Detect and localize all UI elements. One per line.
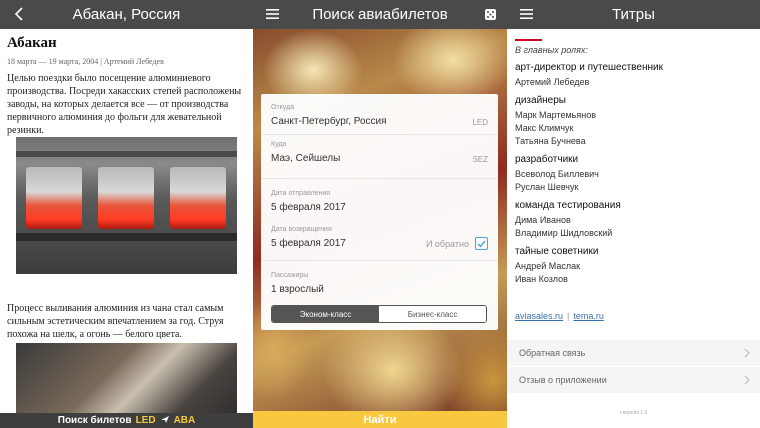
article-panel: Абакан, Россия Абакан 18 марта — 19 март… [0,0,253,428]
checkmark-icon [477,240,486,248]
article-body: Абакан 18 марта — 19 марта, 2004 | Артем… [7,35,247,137]
to-code: ABA [173,415,196,426]
article-paragraph-2: Процесс выливания алюминия из чана стал … [7,303,224,340]
credits-name: Артемий Лебедев [515,77,590,87]
review-label: Отзыв о приложении [519,375,607,385]
credits-header-title: Титры [612,6,655,23]
credits-name: Всеволод Биллевич [515,169,599,179]
article-header-title: Абакан, Россия [72,6,181,23]
to-label: Куда [271,141,287,148]
depart-field[interactable]: Дата отправления 5 февраля 2017 [271,190,488,213]
credits-name: Макс Климчук [515,123,574,133]
class-selector: Эконом-класс Бизнес-класс [271,305,487,323]
plane-icon [160,414,170,427]
business-class-option[interactable]: Бизнес-класс [379,306,486,322]
credits-name: Дима Иванов [515,215,571,225]
economy-class-option[interactable]: Эконом-класс [272,306,379,322]
passengers-label: Пассажиры [271,272,309,279]
chevron-right-icon [744,348,750,360]
search-tickets-label: Поиск билетов [57,415,132,426]
return-field[interactable]: Дата возвращения 5 февраля 2017 И обратн… [271,226,488,250]
credits-name: Андрей Маслак [515,261,581,271]
article-meta: 18 марта — 19 марта, 2004 | Артемий Лебе… [7,57,164,66]
return-checkbox[interactable] [475,237,488,250]
from-field[interactable]: Откуда Санкт-Петербург, Россия LED [271,104,488,127]
to-value: Маэ, Сейшелы [271,153,341,164]
from-label: Откуда [271,104,295,111]
search-form: Откуда Санкт-Петербург, Россия LED Куда … [261,94,498,330]
return-label: Дата возвращения [271,226,332,233]
feedback-label: Обратная связь [519,348,586,358]
credits-name: Марк Мартемьянов [515,110,596,120]
tema-link[interactable]: tema.ru [573,311,604,321]
return-toggle[interactable]: И обратно [426,237,488,250]
credits-name: Владимир Шидловский [515,228,613,238]
article-title: Абакан [7,35,57,51]
search-tickets-bar[interactable]: Поиск билетов LED ABA [0,413,253,428]
credits-heading: разработчики [515,154,579,165]
credits-heading: тайные советники [515,246,599,257]
passengers-field[interactable]: Пассажиры 1 взрослый [271,272,488,295]
credits-header: Титры [507,0,760,29]
credits-heading: дизайнеры [515,95,566,106]
flight-search-panel: Поиск авиабилетов Откуда Санкт-Петербург… [253,0,507,428]
version-label: • версия 1.0 [619,410,648,416]
link-separator: | [567,311,570,321]
to-field[interactable]: Куда Маэ, Сейшелы SEZ [271,141,488,164]
accent-line [515,39,542,41]
depart-label: Дата отправления [271,190,331,197]
from-code: LED [135,415,156,426]
dice-icon[interactable] [481,5,499,23]
factory-photo [16,137,237,274]
credits-heading: арт-директор и путешественник [515,62,663,73]
feedback-menu-item[interactable]: Обратная связь [507,340,760,366]
back-chevron-icon[interactable] [10,5,28,23]
article-paragraph-1: Целью поездки было посещение алюминиевог… [7,73,242,136]
article-body-2: Процесс выливания алюминия из чана стал … [7,296,247,341]
search-header-title: Поиск авиабилетов [312,6,448,23]
chevron-right-icon [744,375,750,387]
article-header: Абакан, Россия [0,0,253,29]
aviasales-link[interactable]: aviasales.ru [515,311,563,321]
from-code-label: LED [472,118,488,127]
find-button[interactable]: Найти [253,411,507,428]
from-value: Санкт-Петербург, Россия [271,116,387,127]
menu-icon[interactable] [263,5,281,23]
passengers-value: 1 взрослый [271,284,324,295]
credits-heading: команда тестирования [515,200,621,211]
menu-icon[interactable] [517,5,535,23]
return-toggle-label: И обратно [425,238,469,249]
credits-links: aviasales.ru | tema.ru [515,311,604,321]
credits-name: Иван Козлов [515,274,568,284]
credits-name: Руслан Шевчук [515,182,579,192]
depart-value: 5 февраля 2017 [271,202,346,213]
credits-name: Татьяна Бучнева [515,136,586,146]
review-menu-item[interactable]: Отзыв о приложении [507,367,760,393]
search-header: Поиск авиабилетов [253,0,507,29]
credits-list: В главных ролях: арт-директор и путешест… [515,45,755,284]
credits-intro: В главных ролях: [515,45,588,55]
credits-panel: Титры В главных ролях: арт-директор и пу… [507,0,760,428]
to-code-label: SEZ [472,155,488,164]
